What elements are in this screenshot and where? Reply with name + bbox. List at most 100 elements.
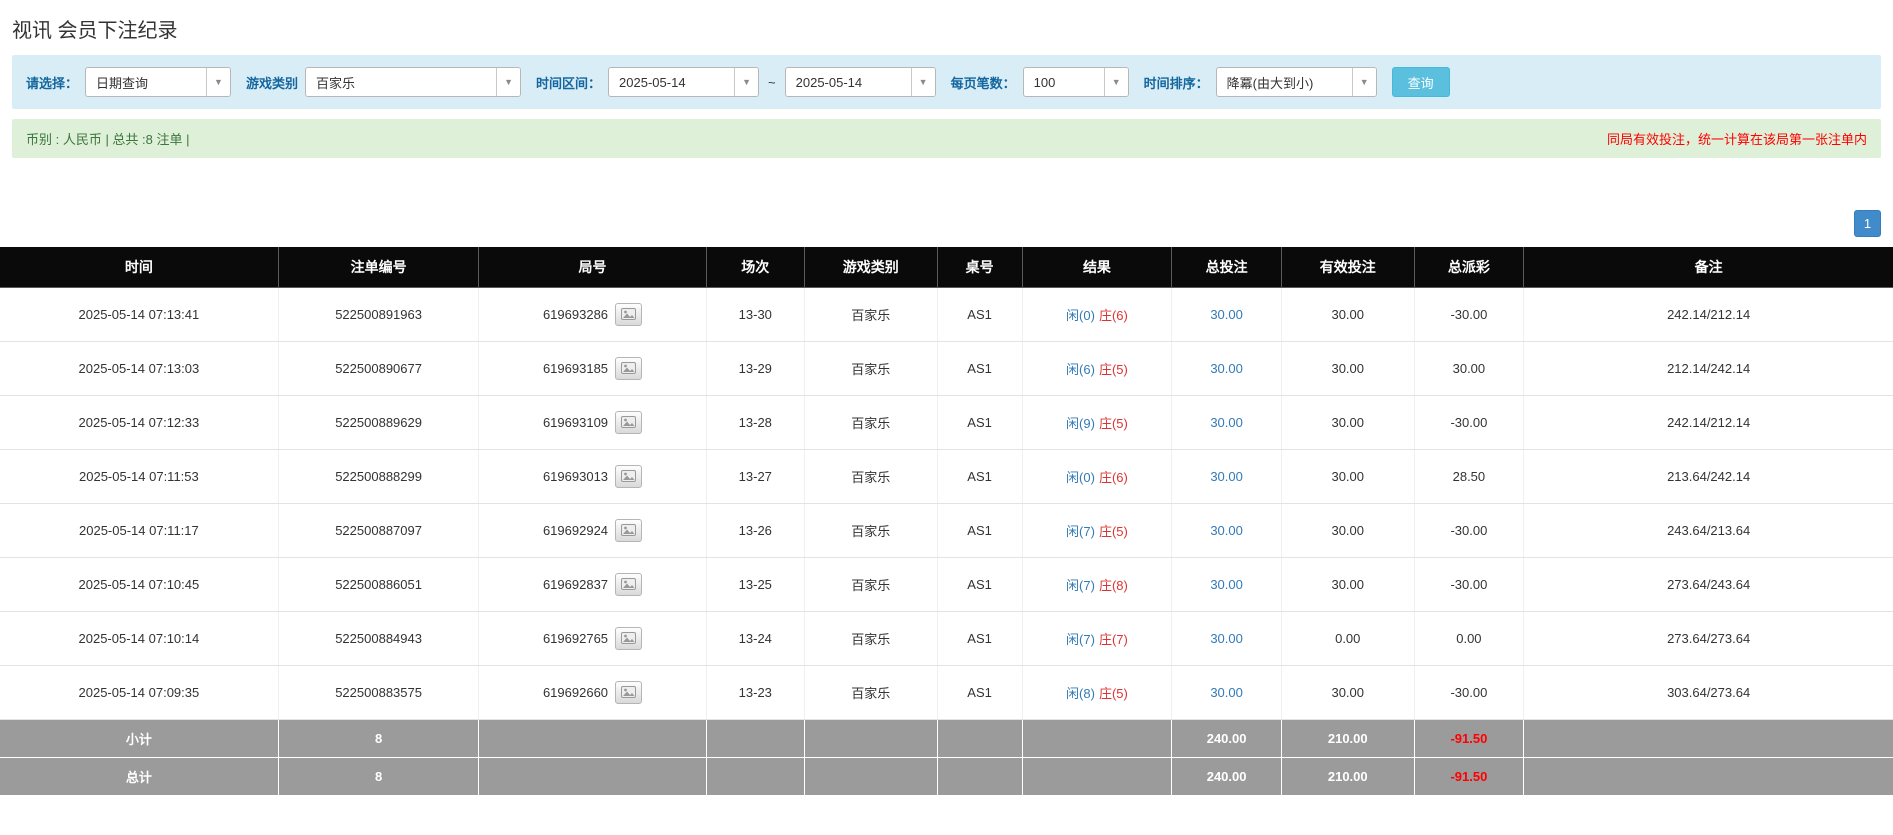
header-game-type: 游戏类别 <box>804 247 938 288</box>
date-from-value[interactable]: 2025-05-14 <box>609 68 734 96</box>
chevron-down-icon[interactable]: ▼ <box>910 68 935 96</box>
cell-total-bet: 30.00 <box>1171 503 1282 558</box>
page-size-value[interactable]: 100 <box>1024 68 1104 96</box>
cell-total-bet: 30.00 <box>1171 665 1282 720</box>
total-bet-link[interactable]: 30.00 <box>1210 361 1243 376</box>
cell-time: 2025-05-14 07:13:41 <box>0 287 279 342</box>
replay-button[interactable] <box>615 518 643 542</box>
cell-bet-id: 522500889629 <box>278 395 480 450</box>
replay-button[interactable] <box>615 356 643 380</box>
replay-button[interactable] <box>615 572 643 596</box>
replay-button[interactable] <box>615 410 643 434</box>
cell-valid-bet: 0.00 <box>1281 611 1415 666</box>
player-result: 闲(6) <box>1066 361 1095 377</box>
chevron-down-icon[interactable]: ▼ <box>1103 68 1128 96</box>
date-to-value[interactable]: 2025-05-14 <box>786 68 911 96</box>
cell-session: 13-24 <box>706 611 806 666</box>
cell-table: AS1 <box>937 503 1023 558</box>
round-number: 619693185 <box>542 360 609 376</box>
page-title: 视讯 会员下注纪录 <box>12 20 178 42</box>
replay-button[interactable] <box>615 680 643 704</box>
game-type-combobox[interactable]: 百家乐 ▼ <box>305 67 522 97</box>
cell-game-type: 百家乐 <box>804 287 938 342</box>
replay-button[interactable] <box>615 626 643 650</box>
search-button[interactable]: 查询 <box>1391 67 1450 97</box>
total-bet-link[interactable]: 30.00 <box>1210 307 1243 322</box>
total-bet-link[interactable]: 30.00 <box>1210 469 1243 484</box>
sort-combobox[interactable]: 降冪(由大到小) ▼ <box>1215 67 1377 97</box>
table-body: 2025-05-14 07:13:41 522500891963 6196932… <box>0 287 1893 720</box>
cell-table: AS1 <box>937 341 1023 396</box>
banker-result: 庄(5) <box>1098 415 1128 431</box>
total-bet-link[interactable]: 30.00 <box>1210 631 1243 646</box>
cell-time: 2025-05-14 07:10:45 <box>0 557 279 612</box>
cell-table: AS1 <box>937 287 1023 342</box>
cell-round: 619692765 <box>478 611 707 666</box>
date-to-combobox[interactable]: 2025-05-14 ▼ <box>784 67 936 97</box>
cell-round: 619692660 <box>478 665 707 720</box>
cell-game-type: 百家乐 <box>804 611 938 666</box>
total-bet-link[interactable]: 30.00 <box>1210 685 1243 700</box>
game-type-value[interactable]: 百家乐 <box>306 68 496 96</box>
banker-result: 庄(6) <box>1098 307 1128 323</box>
player-result: 闲(7) <box>1066 631 1095 647</box>
banker-result: 庄(5) <box>1098 361 1128 377</box>
notice-text: 同局有效投注，统一计算在该局第一张注单内 <box>1606 132 1867 147</box>
page-button-1[interactable]: 1 <box>1854 210 1881 237</box>
cell-payout: 28.50 <box>1414 449 1525 504</box>
query-type-combobox[interactable]: 日期查询 ▼ <box>85 67 232 97</box>
cell-valid-bet: 30.00 <box>1281 287 1415 342</box>
cell-time: 2025-05-14 07:11:53 <box>0 449 279 504</box>
cell-valid-bet: 30.00 <box>1281 449 1415 504</box>
date-range-label: 时间区间： <box>536 75 602 91</box>
cell-time: 2025-05-14 07:13:03 <box>0 341 279 396</box>
cell-session: 13-26 <box>706 503 806 558</box>
banker-result: 庄(6) <box>1098 469 1128 485</box>
chevron-down-icon[interactable]: ▼ <box>734 68 759 96</box>
total-bet-link[interactable]: 30.00 <box>1210 415 1243 430</box>
result-image-icon <box>621 686 637 698</box>
cell-table: AS1 <box>937 449 1023 504</box>
cell-result: 闲(0) 庄(6) <box>1022 287 1173 342</box>
records-table: 时间 注单编号 局号 场次 游戏类别 桌号 结果 总投注 有效投注 总派彩 备注… <box>0 247 1893 796</box>
cell-game-type: 百家乐 <box>804 395 938 450</box>
cell-session: 13-30 <box>706 287 806 342</box>
cell-game-type: 百家乐 <box>804 557 938 612</box>
total-total-bet: 240.00 <box>1171 757 1282 796</box>
cell-valid-bet: 30.00 <box>1281 557 1415 612</box>
sort-value[interactable]: 降冪(由大到小) <box>1217 68 1352 96</box>
cell-result: 闲(7) 庄(7) <box>1022 611 1173 666</box>
replay-button[interactable] <box>615 302 643 326</box>
cell-payout: -30.00 <box>1414 395 1525 450</box>
chevron-down-icon[interactable]: ▼ <box>1351 68 1376 96</box>
player-result: 闲(9) <box>1066 415 1095 431</box>
result-image-icon <box>621 416 637 428</box>
replay-button[interactable] <box>615 464 643 488</box>
round-number: 619693109 <box>542 414 609 430</box>
header-time: 时间 <box>0 247 279 288</box>
player-result: 闲(0) <box>1066 469 1095 485</box>
query-type-value[interactable]: 日期查询 <box>86 68 206 96</box>
cell-result: 闲(9) 庄(5) <box>1022 395 1173 450</box>
date-from-combobox[interactable]: 2025-05-14 ▼ <box>608 67 760 97</box>
cell-total-bet: 30.00 <box>1171 611 1282 666</box>
subtotal-valid-bet: 210.00 <box>1281 719 1415 758</box>
header-payout: 总派彩 <box>1414 247 1525 288</box>
total-bet-link[interactable]: 30.00 <box>1210 523 1243 538</box>
cell-payout: -30.00 <box>1414 287 1525 342</box>
cell-note: 243.64/213.64 <box>1523 503 1893 558</box>
banker-result: 庄(5) <box>1098 523 1128 539</box>
total-label: 总计 <box>0 757 279 796</box>
cell-valid-bet: 30.00 <box>1281 665 1415 720</box>
cell-round: 619693013 <box>478 449 707 504</box>
table-row: 2025-05-14 07:10:14 522500884943 6196927… <box>0 611 1893 666</box>
chevron-down-icon[interactable]: ▼ <box>496 68 521 96</box>
cell-total-bet: 30.00 <box>1171 341 1282 396</box>
table-row: 2025-05-14 07:12:33 522500889629 6196931… <box>0 395 1893 450</box>
banker-result: 庄(7) <box>1098 631 1128 647</box>
total-bet-link[interactable]: 30.00 <box>1210 577 1243 592</box>
chevron-down-icon[interactable]: ▼ <box>206 68 231 96</box>
cell-bet-id: 522500890677 <box>278 341 480 396</box>
cell-payout: -30.00 <box>1414 503 1525 558</box>
page-size-combobox[interactable]: 100 ▼ <box>1022 67 1129 97</box>
